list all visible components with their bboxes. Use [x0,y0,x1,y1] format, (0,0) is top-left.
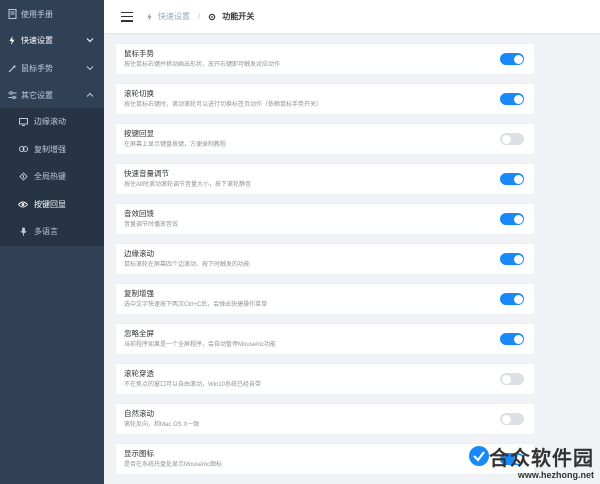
submenu-item-edge-scroll[interactable]: 边缘滚动 [0,108,104,136]
submenu-item-label: 多语言 [34,227,58,237]
setting-title: 忽略全屏 [124,329,154,338]
document-icon [7,9,17,19]
submenu-item-label: 边缘滚动 [34,117,66,127]
setting-row-mouse-gesture: 鼠标手势 按住鼠标右键并移动画出形状，放开右键即可触发对应动作 [116,44,534,74]
gear-icon [208,13,216,21]
flash-icon [147,12,152,21]
setting-title: 快速音量调节 [124,169,169,178]
setting-row-volume: 快速音量调节 按住Alt时滚动滚轮调节音量大小，按下滚轮静音 [116,164,534,194]
hamburger-menu-icon[interactable] [121,11,133,22]
setting-description: 滚轮反向，和Mac OS X一致 [124,422,200,428]
toggle-switch[interactable] [500,133,524,145]
setting-title: 边缘滚动 [124,249,154,258]
breadcrumb-current: 功能开关 [222,12,255,21]
chevron-down-icon [86,36,94,44]
setting-row-wheel-switch: 滚轮切换 按住鼠标右键时，滚动滚轮可以进行切换标签页动作（依赖鼠标手势开关） [116,84,534,114]
setting-description: 选中文字快速按下两次Ctrl+C后，会弹出快捷操作菜单 [124,302,268,308]
setting-title: 自然滚动 [124,409,154,418]
setting-row-copy-enhance: 复制增强 选中文字快速按下两次Ctrl+C后，会弹出快捷操作菜单 [116,284,534,314]
toggle-switch[interactable] [500,93,524,105]
sidebar-item-quick-settings[interactable]: 快速设置 [0,26,104,54]
watermark-logo-icon [468,445,490,472]
sidebar-item-manual[interactable]: 使用手册 [0,0,104,28]
submenu-item-label: 复制增强 [34,144,66,154]
top-bar: 快速设置 / 功能开关 [104,0,600,34]
chevron-up-icon [86,91,94,99]
sidebar-item-label: 鼠标手势 [21,63,53,73]
eye-icon [18,199,28,209]
setting-title: 按键回显 [124,129,154,138]
submenu-item-key-echo[interactable]: 按键回显 [0,190,104,218]
flash-icon [7,35,17,45]
setting-title: 滚轮穿透 [124,369,154,378]
setting-row-natural-scroll: 自然滚动 滚轮反向，和Mac OS X一致 [116,404,534,434]
toggle-switch[interactable] [500,53,524,65]
setting-description: 按住鼠标右键并移动画出形状，放开右键即可触发对应动作 [124,62,281,68]
sidebar-item-mouse-gesture[interactable]: 鼠标手势 [0,54,104,82]
toggle-switch[interactable] [500,253,524,265]
microphone-icon [18,227,28,237]
setting-description: 按住Alt时滚动滚轮调节音量大小，按下滚轮静音 [124,182,252,188]
toggle-switch[interactable] [500,173,524,185]
monitor-icon [18,117,28,127]
setting-row-wheel-through: 滚轮穿透 不在焦点的窗口可以自由滚动，Win10系统已经自带 [116,364,534,394]
submenu: 边缘滚动 复制增强 全局热键 按键回显 多语言 [0,108,104,246]
setting-description: 按住鼠标右键时，滚动滚轮可以进行切换标签页动作（依赖鼠标手势开关） [124,102,323,108]
hotkey-icon [18,172,28,182]
watermark-name: 合众软件园 [489,448,594,470]
setting-title: 复制增强 [124,289,154,298]
setting-description: 当前程序如果是一个全屏程序，会自动暂停MouseInc功能 [124,342,277,348]
setting-description: 在屏幕上显示键盘按键，方便录制教程 [124,142,227,148]
setting-row-key-echo: 按键回显 在屏幕上显示键盘按键，方便录制教程 [116,124,534,154]
toggle-switch[interactable] [500,373,524,385]
setting-description: 音量调节时播放音效 [124,222,179,228]
watermark: 合众软件园 www.hezhong.net [489,448,594,480]
setting-title: 鼠标手势 [124,49,154,58]
watermark-url: www.hezhong.net [517,470,594,480]
link-icon [18,144,28,154]
sidebar-item-label: 其它设置 [21,90,53,100]
setting-title: 音效回馈 [124,209,154,218]
settings-list: 鼠标手势 按住鼠标右键并移动画出形状，放开右键即可触发对应动作 滚轮切换 按住鼠… [104,34,600,484]
setting-title: 滚轮切换 [124,89,154,98]
toggle-switch[interactable] [500,413,524,425]
toggle-switch[interactable] [500,333,524,345]
submenu-item-global-hotkey[interactable]: 全局热键 [0,163,104,191]
setting-row-edge-scroll: 边缘滚动 鼠标滚轮在屏幕四个边滚动、按下时触发的功能 [116,244,534,274]
setting-description: 不在焦点的窗口可以自由滚动，Win10系统已经自带 [124,382,262,388]
submenu-item-language[interactable]: 多语言 [0,218,104,246]
toggle-switch[interactable] [500,213,524,225]
breadcrumb: 快速设置 / 功能开关 [147,11,254,22]
submenu-item-label: 按键回显 [34,199,66,209]
sidebar: 使用手册 快速设置 鼠标手势 其它设置 边缘滚动 复制增强 全局热键 按键回显 … [0,0,104,484]
setting-description: 鼠标滚轮在屏幕四个边滚动、按下时触发的功能 [124,262,251,268]
sidebar-item-other-settings[interactable]: 其它设置 [0,81,104,109]
magic-wand-icon [7,63,17,73]
chevron-down-icon [86,64,94,72]
sidebar-item-label: 快速设置 [21,35,53,45]
submenu-item-label: 全局热键 [34,172,66,182]
setting-row-sound-feedback: 音效回馈 音量调节时播放音效 [116,204,534,234]
sliders-icon [7,90,17,100]
setting-row-ignore-fullscreen: 忽略全屏 当前程序如果是一个全屏程序，会自动暂停MouseInc功能 [116,324,534,354]
breadcrumb-separator: / [198,12,201,21]
breadcrumb-parent[interactable]: 快速设置 [158,11,190,22]
toggle-switch[interactable] [500,293,524,305]
sidebar-item-label: 使用手册 [21,9,53,19]
submenu-item-copy-enhance[interactable]: 复制增强 [0,135,104,163]
